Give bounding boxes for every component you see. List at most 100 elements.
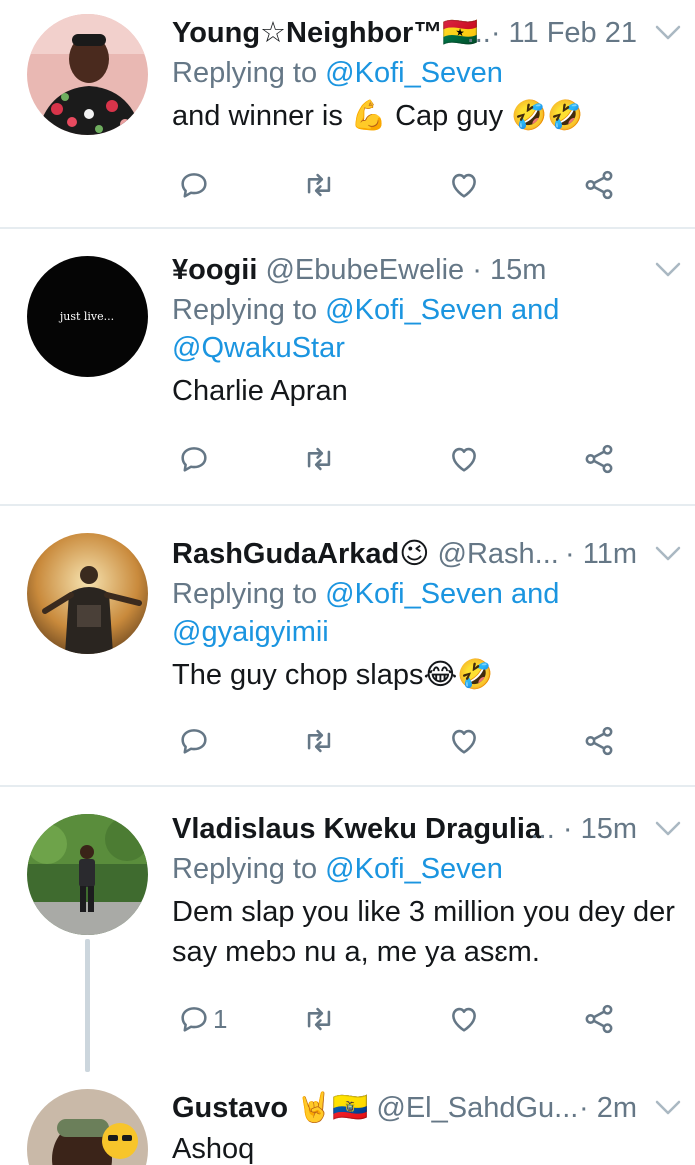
mention-link[interactable]: @Kofi_Seven and bbox=[325, 294, 559, 326]
reply-button[interactable]: 1 bbox=[177, 997, 227, 1041]
like-button[interactable] bbox=[447, 719, 481, 763]
tweet-actions bbox=[172, 163, 692, 207]
retweet-icon bbox=[302, 168, 336, 202]
share-button[interactable] bbox=[582, 997, 616, 1041]
reply-button[interactable] bbox=[177, 719, 211, 763]
like-icon bbox=[447, 1002, 481, 1036]
like-button[interactable] bbox=[447, 163, 481, 207]
reply-count: 1 bbox=[213, 1003, 228, 1034]
avatar[interactable]: just live... bbox=[27, 256, 148, 377]
separator-dot: · bbox=[472, 254, 482, 286]
replying-to: Replying to @Kofi_Seven bbox=[172, 54, 695, 92]
replying-to-prefix: Replying to bbox=[172, 853, 326, 885]
tweet-header: Vladislaus Kweku Dragulia ... · 15m bbox=[172, 808, 695, 850]
replying-to-prefix: Replying to bbox=[172, 578, 326, 610]
retweet-button[interactable] bbox=[302, 997, 336, 1041]
avatar[interactable] bbox=[27, 1089, 148, 1165]
like-icon bbox=[447, 442, 481, 476]
mention-link[interactable]: @Kofi_Seven bbox=[325, 853, 503, 885]
tweet-header: Young☆Neighbor™🇬🇭 ...· 11 Feb 21 bbox=[172, 12, 695, 54]
thread-line bbox=[85, 939, 90, 1072]
replying-to-line-2: @gyaigyimii bbox=[172, 613, 695, 651]
share-icon bbox=[582, 724, 616, 758]
like-button[interactable] bbox=[447, 997, 481, 1041]
tweet-3[interactable]: RashGudaArkad😉 @Rash... · 11m Replying t… bbox=[0, 506, 695, 787]
display-name[interactable]: Gustavo 🤘🇪🇨 bbox=[172, 1092, 368, 1124]
share-icon bbox=[582, 168, 616, 202]
mention-link[interactable]: @gyaigyimii bbox=[172, 616, 329, 648]
chevron-down-icon[interactable] bbox=[655, 1099, 681, 1117]
separator-dot: · bbox=[578, 1092, 589, 1124]
separator-dot: · bbox=[490, 17, 501, 49]
tweet-5[interactable]: Gustavo 🤘🇪🇨 @El_SahdGu... · 2m Ashoq bbox=[0, 1077, 695, 1165]
mention-link[interactable]: @Kofi_Seven bbox=[325, 57, 503, 89]
tweet-actions: 1 bbox=[172, 997, 692, 1041]
timestamp[interactable]: 15m bbox=[490, 254, 546, 286]
display-name[interactable]: ¥oogii bbox=[172, 254, 257, 286]
chevron-down-icon[interactable] bbox=[655, 261, 681, 279]
display-name[interactable]: RashGudaArkad😉 bbox=[172, 538, 429, 570]
like-icon bbox=[447, 168, 481, 202]
retweet-button[interactable] bbox=[302, 437, 336, 481]
retweet-button[interactable] bbox=[302, 719, 336, 763]
tweet-text: and winner is 💪 Cap guy 🤣🤣 bbox=[172, 100, 584, 132]
replying-to: Replying to @Kofi_Seven and bbox=[172, 291, 695, 329]
share-button[interactable] bbox=[582, 437, 616, 481]
mention-link[interactable]: @QwakuStar bbox=[172, 332, 345, 364]
retweet-icon bbox=[302, 1002, 336, 1036]
timestamp[interactable]: 11 Feb 21 bbox=[509, 17, 637, 49]
tweet-4[interactable]: Vladislaus Kweku Dragulia ... · 15m Repl… bbox=[0, 787, 695, 1077]
retweet-icon bbox=[302, 442, 336, 476]
tweet-header: Gustavo 🤘🇪🇨 @El_SahdGu... · 2m bbox=[172, 1087, 695, 1129]
tweet-header: RashGudaArkad😉 @Rash... · 11m bbox=[172, 533, 695, 575]
replying-to-line-2: @QwakuStar bbox=[172, 329, 695, 367]
reply-icon bbox=[177, 442, 211, 476]
tweet-text: Dem slap you like 3 million you dey der bbox=[172, 896, 675, 928]
chevron-down-icon[interactable] bbox=[655, 24, 681, 42]
replying-to: Replying to @Kofi_Seven and bbox=[172, 575, 695, 613]
separator-dot: · bbox=[565, 538, 575, 570]
tweet-2[interactable]: just live... ¥oogii @EbubeEwelie · 15m R… bbox=[0, 229, 695, 506]
tweet-header: ¥oogii @EbubeEwelie · 15m bbox=[172, 249, 695, 291]
like-icon bbox=[447, 724, 481, 758]
timestamp[interactable]: 11m bbox=[583, 538, 637, 570]
display-name[interactable]: Young☆Neighbor™🇬🇭 bbox=[172, 17, 478, 49]
reply-icon bbox=[177, 724, 211, 758]
reply-icon bbox=[177, 1002, 211, 1036]
tweet-text-line-2: say mebɔ nu a, me ya asɛm. bbox=[172, 936, 540, 968]
timestamp[interactable]: 2m bbox=[597, 1092, 637, 1124]
share-icon bbox=[582, 442, 616, 476]
reply-button[interactable] bbox=[177, 437, 211, 481]
tweet-text: The guy chop slaps😂🤣 bbox=[172, 659, 494, 691]
handle-ellipsis: ... bbox=[466, 17, 491, 49]
handle[interactable]: @El_SahdGu... bbox=[376, 1092, 578, 1124]
like-button[interactable] bbox=[447, 437, 481, 481]
tweet-1[interactable]: Young☆Neighbor™🇬🇭 ...· 11 Feb 21 Replyin… bbox=[0, 0, 695, 229]
display-name[interactable]: Vladislaus Kweku Dragulia bbox=[172, 813, 541, 845]
timestamp[interactable]: 15m bbox=[581, 813, 637, 845]
chevron-down-icon[interactable] bbox=[655, 545, 681, 563]
retweet-icon bbox=[302, 724, 336, 758]
share-button[interactable] bbox=[582, 719, 616, 763]
handle-ellipsis: ... bbox=[530, 813, 555, 845]
tweet-actions bbox=[172, 437, 692, 481]
tweet-actions bbox=[172, 719, 692, 763]
reply-icon bbox=[177, 168, 211, 202]
chevron-down-icon[interactable] bbox=[655, 820, 681, 838]
tweet-text: Ashoq bbox=[172, 1133, 255, 1165]
avatar[interactable] bbox=[27, 533, 148, 654]
mention-link[interactable]: @Kofi_Seven and bbox=[325, 578, 559, 610]
handle[interactable]: @EbubeEwelie bbox=[265, 254, 464, 286]
retweet-button[interactable] bbox=[302, 163, 336, 207]
replying-to: Replying to @Kofi_Seven bbox=[172, 850, 695, 888]
handle[interactable]: @Rash... bbox=[438, 538, 559, 570]
avatar[interactable] bbox=[27, 14, 148, 135]
replying-to-prefix: Replying to bbox=[172, 57, 326, 89]
tweet-text: Charlie Apran bbox=[172, 375, 348, 407]
separator-dot: · bbox=[562, 813, 573, 845]
share-icon bbox=[582, 1002, 616, 1036]
avatar-text: just live... bbox=[58, 310, 114, 323]
reply-button[interactable] bbox=[177, 163, 211, 207]
share-button[interactable] bbox=[582, 163, 616, 207]
avatar[interactable] bbox=[27, 814, 148, 935]
